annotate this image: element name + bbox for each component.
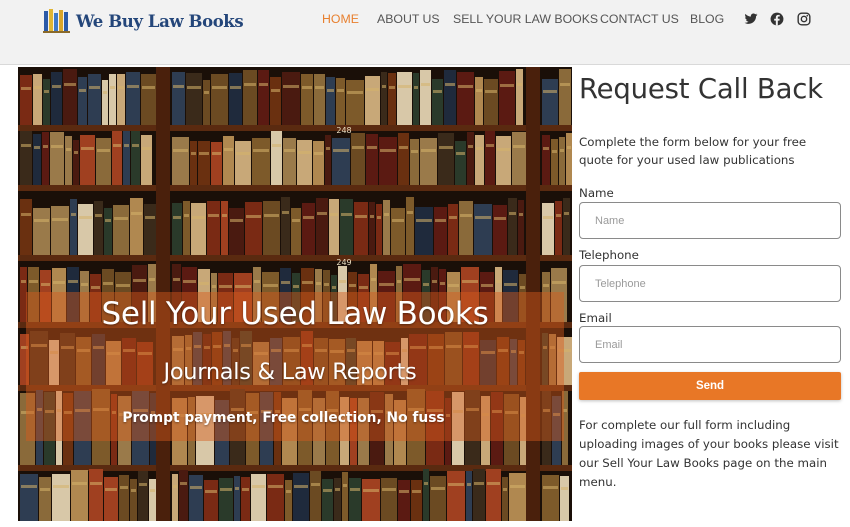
books-logo-icon (43, 8, 72, 34)
telephone-input[interactable] (579, 265, 841, 302)
instagram-icon[interactable] (797, 11, 811, 26)
hero-tagline: Prompt payment, Free collection, No fuss (122, 410, 445, 426)
name-label: Name (579, 186, 614, 200)
nav-about-us[interactable]: ABOUT US (377, 12, 440, 26)
svg-text:248: 248 (336, 126, 351, 135)
nav-sell-your-law-books[interactable]: SELL YOUR LAW BOOKS (453, 12, 598, 26)
name-input[interactable] (579, 202, 841, 239)
telephone-label: Telephone (579, 248, 639, 262)
logo-text: We Buy Law Books (76, 11, 244, 31)
site-header: We Buy Law Books HOME ABOUT US SELL YOUR… (0, 0, 850, 65)
email-label: Email (579, 311, 612, 325)
hero-subtitle: Journals & Law Reports (163, 359, 417, 385)
form-title: Request Call Back (579, 73, 823, 105)
nav-home[interactable]: HOME (322, 12, 359, 26)
email-input[interactable] (579, 326, 841, 363)
svg-text:249: 249 (336, 258, 351, 267)
form-intro-text: Complete the form below for your free qu… (579, 135, 807, 167)
nav-blog[interactable]: BLOG (690, 12, 724, 26)
send-button[interactable]: Send (579, 372, 841, 400)
facebook-icon[interactable] (770, 11, 784, 26)
hero-banner: 248 249 Sell Your Used Law Books Journals… (18, 67, 572, 521)
nav-contact-us[interactable]: CONTACT US (600, 12, 679, 26)
site-logo[interactable]: We Buy Law Books (43, 8, 244, 34)
form-note-text: For complete our full form including upl… (579, 418, 839, 489)
twitter-icon[interactable] (744, 11, 758, 25)
hero-title: Sell Your Used Law Books (101, 296, 489, 332)
